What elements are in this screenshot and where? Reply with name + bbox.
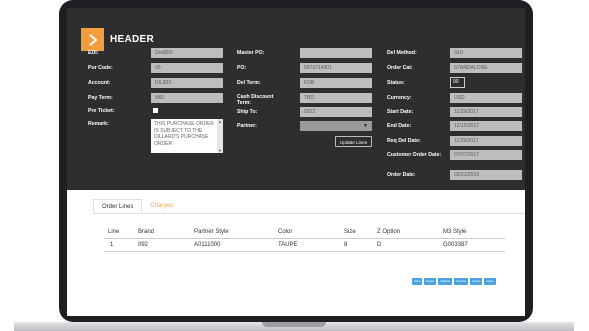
account-label: Account: bbox=[88, 80, 111, 86]
app-screen: HEADER EDI: Dea850 Pur Code: 00 Account:… bbox=[67, 8, 525, 316]
order-date-field[interactable]: 02/21/2019 bbox=[450, 170, 522, 180]
remark-textarea[interactable]: THIS PURCHASE ORDER IS SUBJECT TO THE DI… bbox=[151, 119, 223, 153]
del-method-field[interactable]: GUI bbox=[450, 48, 522, 58]
export-button[interactable]: Export bbox=[470, 278, 483, 285]
tab-charges[interactable]: Charges bbox=[142, 199, 181, 213]
cell-color: TAUPE bbox=[278, 242, 298, 248]
caret-down-icon: ▼ bbox=[363, 123, 368, 129]
edi-label: EDI: bbox=[88, 50, 99, 56]
currency-label: Currency: bbox=[387, 95, 412, 101]
tab-divider bbox=[93, 213, 525, 214]
pay-term-label: Pay Term: bbox=[88, 95, 113, 101]
ship-to-field[interactable]: 0022 bbox=[300, 107, 372, 117]
del-method-label: Del Method: bbox=[387, 50, 417, 56]
master-po-field[interactable] bbox=[300, 48, 372, 58]
tab-order-lines[interactable]: Order Lines bbox=[93, 199, 143, 213]
column-header-m3-style[interactable]: M3 Style bbox=[439, 226, 505, 239]
cell-z-option: D bbox=[377, 242, 382, 248]
edi-field[interactable]: Dea850 bbox=[151, 48, 223, 58]
po-label: PO: bbox=[237, 65, 247, 71]
pre-ticket-label: Pre Ticket: bbox=[88, 108, 115, 114]
end-date-field[interactable]: 12/15/2017 bbox=[450, 121, 522, 131]
reject-button[interactable]: Reject bbox=[424, 278, 437, 285]
pay-term-field[interactable]: N60 bbox=[151, 93, 223, 103]
column-header-line[interactable]: Line bbox=[104, 226, 134, 239]
del-term-label: Del Term: bbox=[237, 80, 261, 86]
update-lines-button[interactable]: Update Lines bbox=[335, 136, 372, 147]
column-header-partner-style[interactable]: Partner Style bbox=[190, 226, 274, 239]
req-del-date-field[interactable]: 11/29/2017 bbox=[450, 136, 522, 146]
pre-ticket-checkbox[interactable] bbox=[153, 108, 158, 113]
action-button-bar: Save Reject Validate Process Export Clos… bbox=[412, 278, 496, 285]
master-po-label: Master PO: bbox=[237, 50, 265, 56]
cell-line: 1 bbox=[110, 242, 114, 248]
pur-code-field[interactable]: 00 bbox=[151, 63, 223, 73]
cell-size: 8 bbox=[344, 242, 348, 248]
validate-button[interactable]: Validate bbox=[438, 278, 453, 285]
remark-label: Remark: bbox=[88, 121, 109, 127]
header-title: HEADER bbox=[110, 34, 155, 45]
scroll-up-icon[interactable]: ▲ bbox=[217, 119, 223, 124]
column-header-color[interactable]: Color bbox=[274, 226, 340, 239]
customer-order-date-label: Customer Order Date: bbox=[387, 152, 442, 158]
remark-scrollbar[interactable]: ▲ ▼ bbox=[217, 119, 223, 153]
cell-m3-style: G003387 bbox=[443, 242, 468, 248]
order-lines-table: Line Brand Partner Style Color Size Z Op… bbox=[104, 226, 505, 252]
table-row[interactable]: 1 092 A0111000 TAUPE 8 D G003387 bbox=[104, 239, 505, 252]
header-title-row: HEADER bbox=[81, 28, 154, 51]
start-date-label: Start Date: bbox=[387, 109, 414, 115]
start-date-field[interactable]: 11/29/2017 bbox=[450, 107, 522, 117]
end-date-label: End Date: bbox=[387, 123, 412, 129]
remark-text: THIS PURCHASE ORDER IS SUBJECT TO THE DI… bbox=[154, 121, 215, 147]
partner-select[interactable]: ▼ bbox=[300, 121, 372, 131]
header-panel: HEADER EDI: Dea850 Pur Code: 00 Account:… bbox=[67, 8, 525, 190]
order-cat-field[interactable]: STANDALONE bbox=[450, 63, 522, 73]
cash-discount-term-label: Cash Discount Term: bbox=[237, 94, 274, 106]
pur-code-label: Pur Code: bbox=[88, 65, 113, 71]
status-field[interactable]: 90 bbox=[450, 77, 465, 88]
status-label: Status: bbox=[387, 80, 405, 86]
column-header-z-option[interactable]: Z Option bbox=[373, 226, 439, 239]
chevron-right-icon[interactable] bbox=[81, 28, 104, 51]
customer-order-date-field[interactable]: 07/07/2017 bbox=[450, 150, 522, 160]
column-header-brand[interactable]: Brand bbox=[134, 226, 190, 239]
cash-discount-term-field[interactable]: TBD bbox=[300, 93, 372, 103]
cell-partner-style: A0111000 bbox=[194, 242, 221, 248]
cell-brand: 092 bbox=[138, 242, 149, 248]
po-field[interactable]: 0073714901 bbox=[300, 63, 372, 73]
save-button[interactable]: Save bbox=[412, 278, 423, 285]
scroll-down-icon[interactable]: ▼ bbox=[217, 148, 223, 153]
partner-label: Partner: bbox=[237, 123, 257, 129]
tab-bar: Order Lines Charges bbox=[93, 199, 181, 213]
table-header-row: Line Brand Partner Style Color Size Z Op… bbox=[104, 226, 505, 239]
order-date-label: Order Date: bbox=[387, 172, 416, 178]
column-header-size[interactable]: Size bbox=[340, 226, 373, 239]
order-cat-label: Order Cat: bbox=[387, 65, 413, 71]
close-button[interactable]: Close bbox=[484, 278, 496, 285]
currency-field[interactable]: USD bbox=[450, 93, 522, 103]
req-del-date-label: Req Del Date: bbox=[387, 138, 421, 144]
ship-to-label: Ship To: bbox=[237, 109, 258, 115]
laptop-notch bbox=[262, 322, 326, 327]
account-field[interactable]: DIL803 bbox=[151, 78, 223, 88]
process-button[interactable]: Process bbox=[454, 278, 469, 285]
del-term-field[interactable]: FOB bbox=[300, 78, 372, 88]
